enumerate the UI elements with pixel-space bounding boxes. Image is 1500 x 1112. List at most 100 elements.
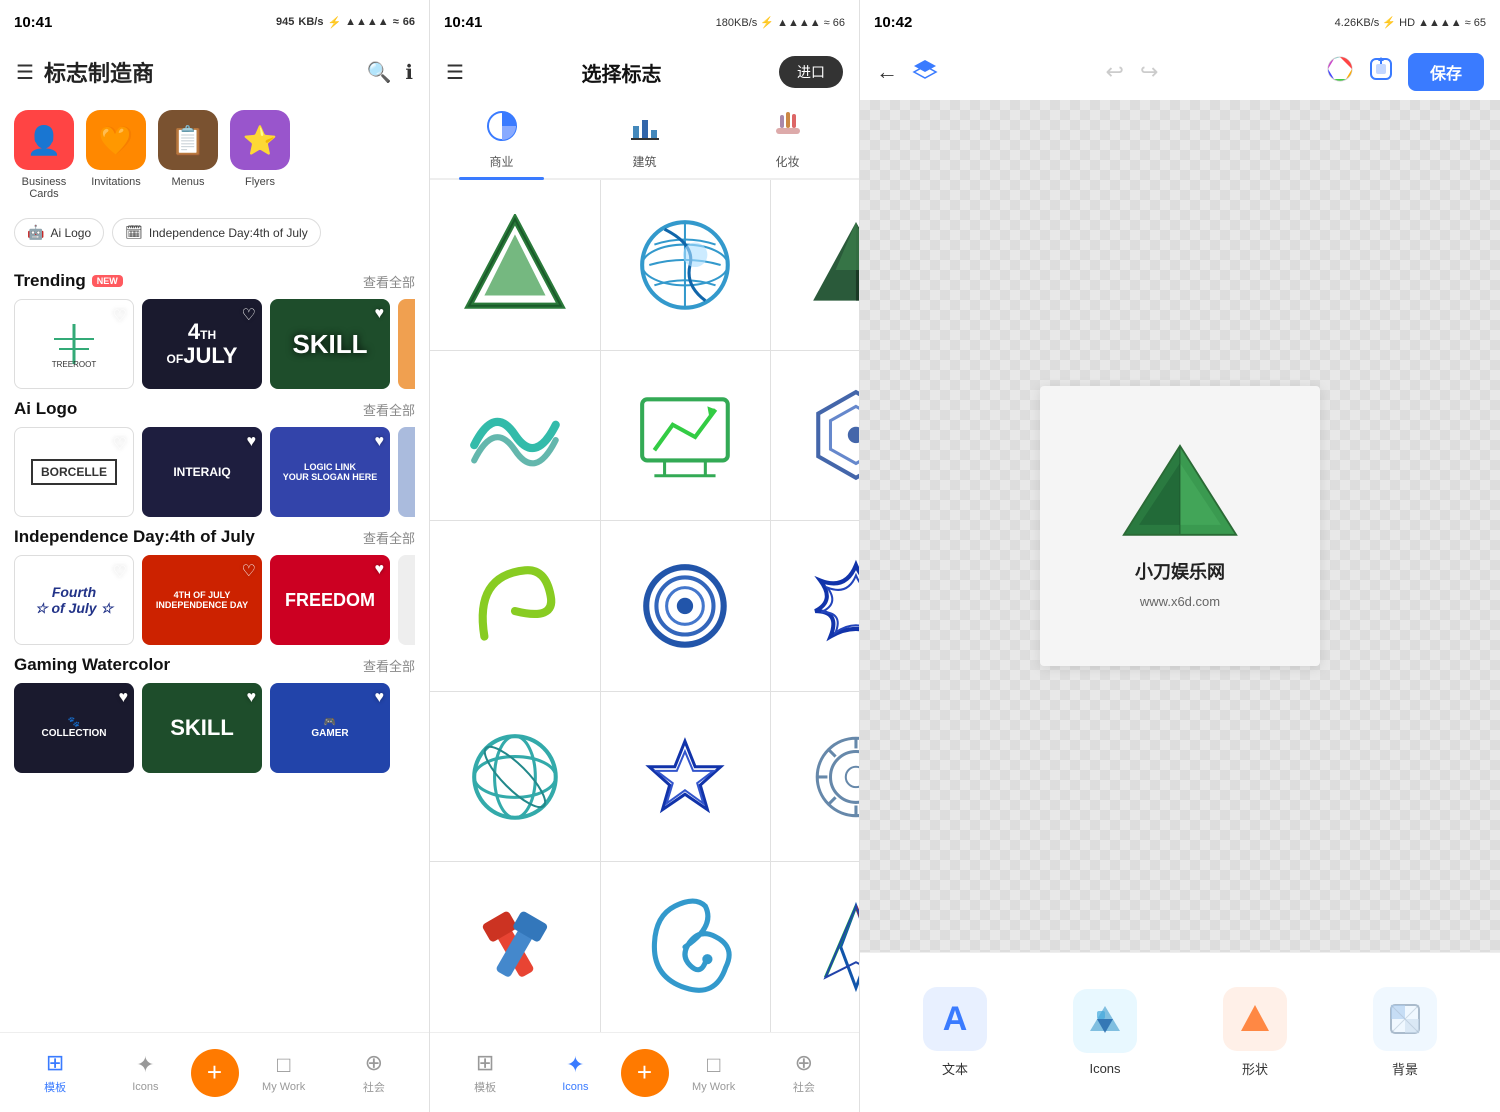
card-gaming1[interactable]: ♥ 🐾COLLECTION: [14, 683, 134, 773]
add-button[interactable]: +: [191, 1049, 239, 1097]
nav-templates[interactable]: ⊞ 模板: [10, 1050, 100, 1095]
text-label: 文本: [942, 1059, 968, 1078]
tag-independence-day[interactable]: 🗓 Independence Day:4th of July: [112, 218, 321, 247]
tag-ai-logo[interactable]: 🤖 Ai Logo: [14, 218, 104, 247]
tool-icons[interactable]: Icons: [1073, 989, 1137, 1076]
logo-waves-teal[interactable]: [430, 351, 600, 521]
cat-invitations[interactable]: 🧡 Invitations: [86, 110, 146, 200]
new-badge: NEW: [92, 275, 123, 287]
nav-social-2[interactable]: ⊕ 社会: [759, 1050, 849, 1095]
redo-icon[interactable]: ↪: [1140, 59, 1158, 85]
save-button[interactable]: 保存: [1408, 53, 1484, 91]
heart-icon[interactable]: ♥: [119, 689, 129, 707]
heart-icon[interactable]: ♥: [375, 305, 385, 323]
nav-mywork-2[interactable]: □ My Work: [669, 1052, 759, 1093]
card-4th-july2[interactable]: ♡ 4TH OF JULYINDEPENDENCE DAY: [142, 555, 262, 645]
card-freedom[interactable]: ♥ FREEDOM: [270, 555, 390, 645]
tab-architecture[interactable]: 建筑: [573, 100, 716, 178]
content-area-1: Trending NEW 查看全部 ♡ TREEROOT ♡ 4THOFJULY: [0, 255, 429, 1032]
nav-icons[interactable]: ✦ Icons: [100, 1052, 190, 1093]
logo-star-knot[interactable]: [601, 692, 771, 862]
tool-text[interactable]: A 文本: [923, 987, 987, 1078]
section-title-gaming: Gaming Watercolor: [14, 655, 170, 675]
nav-social[interactable]: ⊕ 社会: [329, 1050, 419, 1095]
view-all-gaming[interactable]: 查看全部: [363, 656, 415, 675]
panel-editor: 10:42 4.26KB/s ⚡ HD ▲▲▲▲ ≈ 65 ← ↩ ↪: [860, 0, 1500, 1112]
card-skill[interactable]: ♥ SKILL: [270, 299, 390, 389]
card-gaming2[interactable]: ♥ SKILL: [142, 683, 262, 773]
toolbar-right: 保存: [1326, 53, 1484, 91]
logo-hexagon[interactable]: [771, 351, 859, 521]
tool-background[interactable]: 背景: [1373, 987, 1437, 1078]
cat-business-cards[interactable]: 👤 BusinessCards: [14, 110, 74, 200]
nav-icons-2[interactable]: ✦ Icons: [530, 1052, 620, 1093]
info-icon[interactable]: ℹ: [405, 60, 413, 85]
nav-mywork[interactable]: □ My Work: [239, 1052, 329, 1093]
logo-chart-screen[interactable]: [601, 351, 771, 521]
heart-icon[interactable]: ♥: [247, 689, 257, 707]
heart-icon[interactable]: ♡: [113, 562, 127, 582]
tag-row: 🤖 Ai Logo 🗓 Independence Day:4th of July: [0, 210, 429, 255]
logo-circle-rings[interactable]: [601, 521, 771, 691]
view-all-trending[interactable]: 查看全部: [363, 272, 415, 291]
heart-icon[interactable]: ♡: [242, 561, 256, 581]
card-fourth[interactable]: ♡ Fourth☆ of July ☆: [14, 555, 134, 645]
menu-icon-2[interactable]: ☰: [446, 60, 464, 85]
logo-curve-green[interactable]: [430, 521, 600, 691]
logo-globe-blue[interactable]: [601, 180, 771, 350]
search-icon[interactable]: 🔍: [366, 60, 391, 85]
undo-icon[interactable]: ↩: [1106, 59, 1124, 85]
cat-flyers[interactable]: ⭐ Flyers: [230, 110, 290, 200]
card-partial2[interactable]: [398, 555, 415, 645]
heart-icon[interactable]: ♥: [375, 689, 385, 707]
logo-gear-circle[interactable]: [771, 692, 859, 862]
heart-icon[interactable]: ♥: [247, 433, 257, 451]
panel2-title: 选择标志: [581, 58, 661, 87]
card-logiclink[interactable]: ♥ LOGIC LINKYOUR SLOGAN HERE: [270, 427, 390, 517]
logo-sphere-teal[interactable]: [430, 692, 600, 862]
bottom-nav-1: ⊞ 模板 ✦ Icons + □ My Work ⊕ 社会: [0, 1032, 429, 1112]
tab-makeup[interactable]: 化妆: [716, 100, 859, 178]
nav-templates-2[interactable]: ⊞ 模板: [440, 1050, 530, 1095]
card-gaming3[interactable]: ♥ 🎮GAMER: [270, 683, 390, 773]
back-icon[interactable]: ←: [876, 59, 898, 85]
card-treeroot[interactable]: ♡ TREEROOT: [14, 299, 134, 389]
card-borcelle[interactable]: ♡ BORCELLE: [14, 427, 134, 517]
logo-triangle-green[interactable]: [430, 180, 600, 350]
card-4th-july[interactable]: ♡ 4THOFJULY: [142, 299, 262, 389]
add-button-2[interactable]: +: [621, 1049, 669, 1097]
color-wheel-icon[interactable]: [1326, 55, 1354, 89]
tab-business[interactable]: 商业: [430, 100, 573, 178]
view-all-independence[interactable]: 查看全部: [363, 528, 415, 547]
card-partial[interactable]: [398, 299, 415, 389]
card-circle[interactable]: [398, 427, 415, 517]
view-all-ailogo[interactable]: 查看全部: [363, 400, 415, 419]
bottom-tools: A 文本 Icons 形状: [860, 952, 1500, 1112]
shapes-label: 形状: [1242, 1059, 1268, 1078]
status-bar-1: 10:41 945 KB/s ⚡ ▲▲▲▲ ≈ 66: [0, 0, 429, 44]
hamburger-icon[interactable]: ☰: [16, 60, 34, 85]
cat-menus[interactable]: 📋 Menus: [158, 110, 218, 200]
section-title-trending: Trending NEW: [14, 271, 123, 291]
canvas-area[interactable]: 小刀娱乐网 www.x6d.com: [860, 100, 1500, 952]
logo-hammer-cross[interactable]: [430, 862, 600, 1032]
logo-star-cross[interactable]: [771, 521, 859, 691]
tag-ai-logo-label: Ai Logo: [50, 226, 91, 240]
heart-icon[interactable]: ♥: [375, 433, 385, 451]
time-2: 10:41: [444, 14, 482, 31]
logo-triangle-dark[interactable]: [771, 180, 859, 350]
heart-icon[interactable]: ♡: [242, 305, 256, 325]
status-bar-2: 10:41 180KB/s ⚡ ▲▲▲▲ ≈ 66: [430, 0, 859, 44]
logo-arrows-sharp[interactable]: [771, 862, 859, 1032]
cat-label-flyers: Flyers: [245, 176, 275, 188]
tool-shapes[interactable]: 形状: [1223, 987, 1287, 1078]
heart-icon[interactable]: ♡: [113, 306, 127, 326]
share-icon[interactable]: [1368, 56, 1394, 88]
heart-icon[interactable]: ♡: [113, 434, 127, 454]
heart-icon[interactable]: ♥: [375, 561, 385, 579]
card-interaiq[interactable]: ♥ INTERAIQ: [142, 427, 262, 517]
logo-swirl-blue[interactable]: [601, 862, 771, 1032]
trending-cards: ♡ TREEROOT ♡ 4THOFJULY ♥ SKILL: [14, 299, 415, 389]
import-button[interactable]: 进口: [779, 56, 843, 88]
layers-icon[interactable]: [912, 58, 938, 86]
